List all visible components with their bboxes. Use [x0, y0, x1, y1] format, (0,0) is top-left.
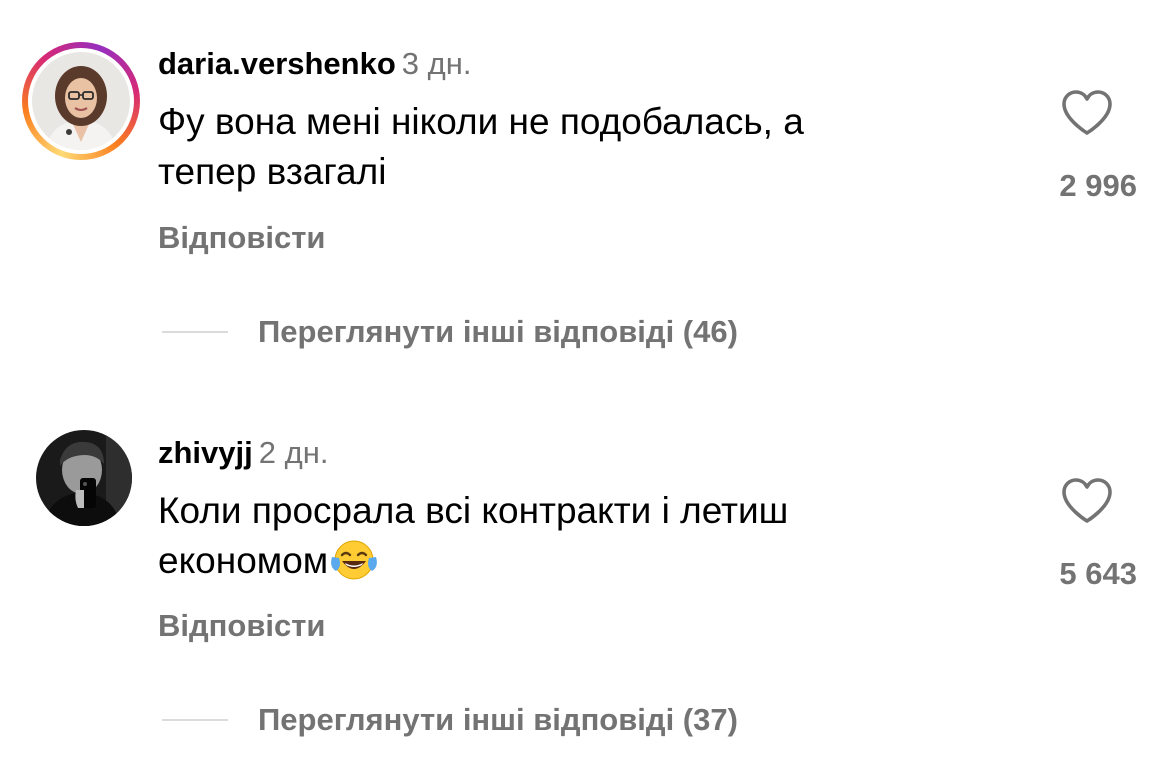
reply-button[interactable]: Відповісти: [158, 608, 326, 644]
avatar-story-ring[interactable]: [22, 42, 140, 160]
view-replies-label: Переглянути інші відповіді (37): [258, 702, 738, 737]
comment-text-segment: економом: [158, 540, 329, 581]
replies-divider: [162, 331, 228, 333]
view-replies-button[interactable]: Переглянути інші відповіді (37): [162, 700, 738, 740]
timestamp: 3 дн.: [401, 46, 472, 81]
comment-text: Фу вона мені ніколи не подобалась, а теп…: [158, 97, 958, 197]
like-count: 2 996: [1059, 168, 1137, 203]
timestamp: 2 дн.: [258, 435, 329, 470]
comment-text-line: економом: [158, 536, 958, 594]
view-replies-label: Переглянути інші відповіді (46): [258, 314, 738, 349]
like-button[interactable]: [1060, 89, 1114, 137]
woman-with-glasses-avatar-icon: [32, 52, 130, 150]
comment-text: Коли просрала всі контракти і летиш екон…: [158, 486, 958, 594]
avatar[interactable]: [36, 430, 132, 526]
heart-outline-icon: [1062, 478, 1112, 523]
comment-header: daria.vershenko 3 дн.: [158, 46, 471, 82]
comment-text-line: тепер взагалі: [158, 151, 387, 192]
face-with-tears-of-joy-icon: [330, 539, 378, 594]
username[interactable]: zhivyjj: [158, 435, 253, 470]
username[interactable]: daria.vershenko: [158, 46, 396, 81]
story-ring: [22, 42, 140, 160]
reply-button[interactable]: Відповісти: [158, 220, 326, 256]
view-replies-button[interactable]: Переглянути інші відповіді (46): [162, 312, 738, 352]
heart-outline-icon: [1062, 90, 1112, 135]
comment-item: daria.vershenko 3 дн. Фу вона мені ніколи…: [0, 0, 1170, 390]
replies-divider: [162, 719, 228, 721]
comment-text-line: Коли просрала всі контракти і летиш: [158, 490, 789, 531]
comment-item: zhivyjj 2 дн. Коли просрала всі контракти…: [0, 390, 1170, 779]
man-mirror-selfie-avatar-icon: [36, 430, 132, 526]
like-count: 5 643: [1059, 556, 1137, 591]
comment-header: zhivyjj 2 дн.: [158, 435, 328, 471]
like-button[interactable]: [1060, 477, 1114, 525]
comment-text-line: Фу вона мені ніколи не подобалась, а: [158, 101, 804, 142]
